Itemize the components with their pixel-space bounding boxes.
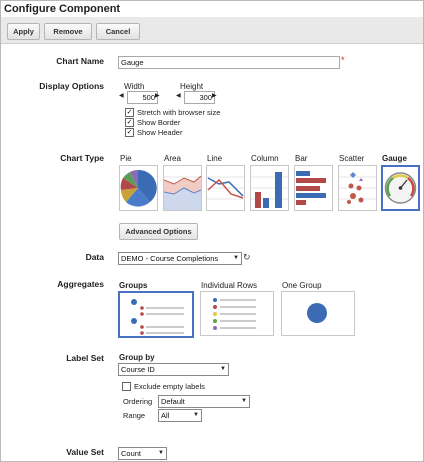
width-increment-icon[interactable]: ▶	[155, 92, 160, 99]
stretch-checkbox[interactable]: ✓	[125, 108, 134, 117]
show-header-checkbox[interactable]: ✓	[125, 128, 134, 137]
width-label: Width	[124, 82, 145, 91]
chevron-down-icon: ▼	[158, 450, 164, 456]
chart-type-scatter-label: Scatter	[339, 154, 365, 163]
chart-type-area[interactable]	[163, 165, 202, 211]
range-label: Range	[123, 411, 146, 420]
chart-type-line-label: Line	[207, 154, 223, 163]
aggregate-groups-label: Groups	[119, 281, 148, 290]
chart-type-pie[interactable]	[119, 165, 158, 211]
remove-button[interactable]: Remove	[44, 23, 92, 40]
show-border-checkbox[interactable]: ✓	[125, 118, 134, 127]
bar-chart-icon	[296, 171, 326, 205]
chart-type-gauge-label: Gauge	[382, 154, 407, 163]
data-select[interactable]: DEMO - Course Completions ▼	[118, 252, 242, 265]
chart-type-label: Chart Type	[60, 153, 104, 163]
pie-chart-icon	[120, 169, 157, 207]
aggregate-individual-rows-label: Individual Rows	[201, 281, 258, 290]
chart-name-input[interactable]: Gauge	[118, 56, 340, 69]
exclude-empty-label: Exclude empty labels	[134, 382, 205, 391]
area-chart-icon	[163, 175, 202, 210]
configure-component-panel: Configure Component Apply Remove Cancel …	[0, 0, 424, 462]
value-set-value: Count	[121, 449, 142, 458]
aggregate-one-group-option[interactable]	[281, 291, 355, 336]
cancel-button[interactable]: Cancel	[96, 23, 140, 40]
aggregate-individual-rows-option[interactable]	[200, 291, 274, 336]
show-border-label: Show Border	[137, 118, 181, 127]
chevron-down-icon: ▼	[233, 255, 239, 261]
chart-type-line[interactable]	[206, 165, 245, 211]
apply-button[interactable]: Apply	[7, 23, 40, 40]
chart-type-pie-label: Pie	[120, 154, 132, 163]
chart-type-column-label: Column	[251, 154, 279, 163]
height-input[interactable]: 300	[184, 91, 215, 104]
chart-type-scatter[interactable]	[338, 165, 377, 211]
width-input[interactable]: 500	[127, 91, 158, 104]
line-chart-icon	[207, 176, 244, 200]
stretch-label: Stretch with browser size	[137, 108, 221, 117]
ordering-value: Default	[161, 397, 185, 406]
gauge-chart-icon	[384, 172, 417, 204]
required-mark: *	[341, 55, 345, 65]
aggregate-one-group-label: One Group	[282, 281, 322, 290]
chevron-down-icon: ▼	[193, 412, 199, 418]
chart-name-label: Chart Name	[56, 56, 104, 66]
exclude-empty-checkbox[interactable]	[122, 382, 131, 391]
group-by-select[interactable]: Course ID ▼	[118, 363, 229, 376]
aggregates-label: Aggregates	[57, 279, 104, 289]
chevron-down-icon: ▼	[241, 398, 247, 404]
group-by-value: Course ID	[121, 365, 155, 374]
height-increment-icon[interactable]: ▶	[212, 92, 217, 99]
data-select-value: DEMO - Course Completions	[121, 254, 219, 263]
height-decrement-icon[interactable]: ◀	[176, 92, 181, 99]
value-set-select[interactable]: Count ▼	[118, 447, 167, 460]
toolbar: Apply Remove Cancel	[1, 17, 423, 44]
display-options-label: Display Options	[39, 81, 104, 91]
panel-title: Configure Component	[4, 3, 121, 15]
individual-rows-icon	[213, 298, 256, 330]
width-decrement-icon[interactable]: ◀	[119, 92, 124, 99]
height-label: Height	[180, 82, 204, 91]
value-set-label: Value Set	[66, 447, 104, 457]
group-by-label: Group by	[119, 353, 155, 362]
show-header-label: Show Header	[137, 128, 183, 137]
one-group-icon	[307, 303, 327, 323]
scatter-chart-icon	[339, 172, 376, 204]
chevron-down-icon: ▼	[220, 366, 226, 372]
groups-icon	[131, 299, 184, 335]
range-select[interactable]: All ▼	[158, 409, 202, 422]
aggregate-groups-option[interactable]	[118, 291, 194, 338]
range-value: All	[161, 411, 170, 420]
ordering-select[interactable]: Default ▼	[158, 395, 250, 408]
chart-type-column[interactable]	[250, 165, 289, 211]
chart-type-bar-label: Bar	[295, 154, 308, 163]
data-label: Data	[85, 252, 104, 262]
advanced-options-button[interactable]: Advanced Options	[119, 223, 198, 240]
refresh-icon[interactable]: ↻	[243, 252, 251, 263]
chart-type-area-label: Area	[164, 154, 181, 163]
chart-type-bar[interactable]	[294, 165, 333, 211]
chart-type-gauge[interactable]	[381, 165, 420, 211]
label-set-label: Label Set	[66, 353, 104, 363]
ordering-label: Ordering	[123, 397, 153, 406]
column-chart-icon	[251, 172, 288, 208]
